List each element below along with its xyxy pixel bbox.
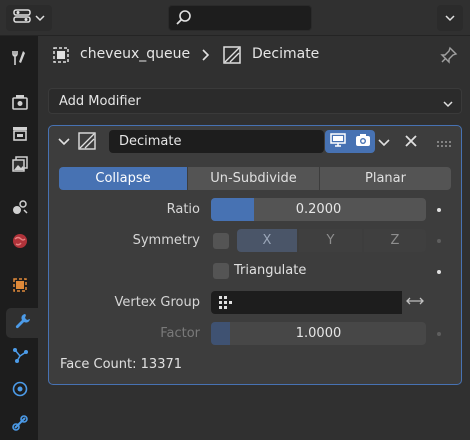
- vertex-group-label: Vertex Group: [114, 295, 201, 310]
- symmetry-checkbox[interactable]: [213, 233, 229, 249]
- modifier-name-field[interactable]: Decimate: [109, 130, 324, 153]
- view-layer-icon: [11, 155, 29, 177]
- wrench-icon: [13, 312, 31, 334]
- keyframe-dot-icon[interactable]: [437, 332, 441, 336]
- tab-scene[interactable]: [4, 194, 36, 224]
- scene-icon: [11, 198, 29, 220]
- search-input[interactable]: [168, 5, 312, 31]
- decimate-icon: [222, 45, 242, 69]
- properties-editor-icon: [13, 8, 31, 28]
- ratio-slider[interactable]: 0.2000: [211, 198, 426, 221]
- drag-handle-icon[interactable]: [436, 137, 454, 152]
- physics-icon: [11, 380, 29, 402]
- triangulate-label[interactable]: Triangulate: [234, 263, 306, 278]
- factor-value: 1.0000: [295, 326, 342, 341]
- object-data-icon: [52, 46, 70, 68]
- constraints-icon: [11, 414, 29, 436]
- vertex-group-field[interactable]: [211, 291, 402, 314]
- pin-icon[interactable]: [440, 46, 458, 68]
- world-icon: [11, 232, 29, 254]
- factor-slider[interactable]: 1.0000: [211, 322, 426, 345]
- arrow-left-right-icon: [405, 295, 424, 310]
- chevron-right-icon: [200, 48, 210, 66]
- chevron-down-icon: [445, 11, 455, 26]
- tab-physics[interactable]: [4, 376, 36, 406]
- ratio-label: Ratio: [166, 202, 200, 217]
- output-icon: [11, 124, 29, 146]
- vertex-group-icon: [218, 295, 234, 315]
- properties-tabs: [0, 36, 38, 440]
- tab-world[interactable]: [4, 228, 36, 258]
- modifier-panel: [48, 125, 462, 385]
- search-icon: [175, 9, 193, 31]
- tab-particles[interactable]: [4, 342, 36, 372]
- modifier-name-text: Decimate: [119, 134, 182, 149]
- decimate-icon: [78, 132, 96, 154]
- show-in-viewport-toggle[interactable]: [325, 130, 350, 153]
- breadcrumb-modifier[interactable]: Decimate: [252, 46, 319, 62]
- add-modifier-label: Add Modifier: [59, 93, 141, 109]
- extra-options-chevron-icon[interactable]: [378, 137, 390, 152]
- keyframe-dot-icon[interactable]: [437, 270, 441, 274]
- symmetry-label: Symmetry: [132, 233, 200, 248]
- object-icon: [11, 276, 29, 298]
- particles-icon: [11, 346, 29, 368]
- mode-collapse-button[interactable]: Collapse: [59, 167, 187, 190]
- invert-vertex-group-button[interactable]: [402, 291, 427, 314]
- tab-modifiers[interactable]: [6, 308, 38, 338]
- symmetry-axis-y[interactable]: Y: [299, 229, 362, 252]
- factor-label: Factor: [160, 326, 200, 341]
- tool-icon: [11, 49, 29, 71]
- face-count-text: Face Count: 13371: [60, 357, 183, 372]
- symmetry-axis-x[interactable]: X: [237, 229, 297, 252]
- tab-constraints[interactable]: [4, 410, 36, 440]
- camera-icon: [355, 133, 371, 151]
- symmetry-axis-z[interactable]: Z: [364, 229, 426, 252]
- header-bar: [0, 0, 470, 36]
- keyframe-dot-icon[interactable]: [437, 208, 441, 212]
- tab-render[interactable]: [4, 89, 36, 119]
- chevron-down-icon: [443, 97, 453, 112]
- monitor-icon: [329, 132, 346, 151]
- tab-tool[interactable]: [4, 45, 36, 75]
- ratio-value: 0.2000: [295, 202, 342, 217]
- breadcrumb-object[interactable]: cheveux_queue: [80, 46, 190, 62]
- chevron-down-icon: [35, 11, 45, 26]
- close-icon[interactable]: [405, 135, 417, 151]
- options-dropdown[interactable]: [437, 5, 463, 31]
- editor-type-button[interactable]: [6, 5, 52, 31]
- render-icon: [11, 93, 29, 115]
- triangulate-checkbox[interactable]: [213, 263, 229, 279]
- show-in-render-toggle[interactable]: [350, 130, 375, 153]
- add-modifier-dropdown[interactable]: Add Modifier: [48, 88, 462, 114]
- collapse-chevron-icon[interactable]: [58, 136, 70, 151]
- tab-object[interactable]: [4, 272, 36, 302]
- keyframe-dot-icon[interactable]: [437, 239, 441, 243]
- tab-output[interactable]: [4, 120, 36, 150]
- tab-view-layer[interactable]: [4, 151, 36, 181]
- mode-planar-button[interactable]: Planar: [320, 167, 451, 190]
- mode-unsubdivide-button[interactable]: Un-Subdivide: [188, 167, 319, 190]
